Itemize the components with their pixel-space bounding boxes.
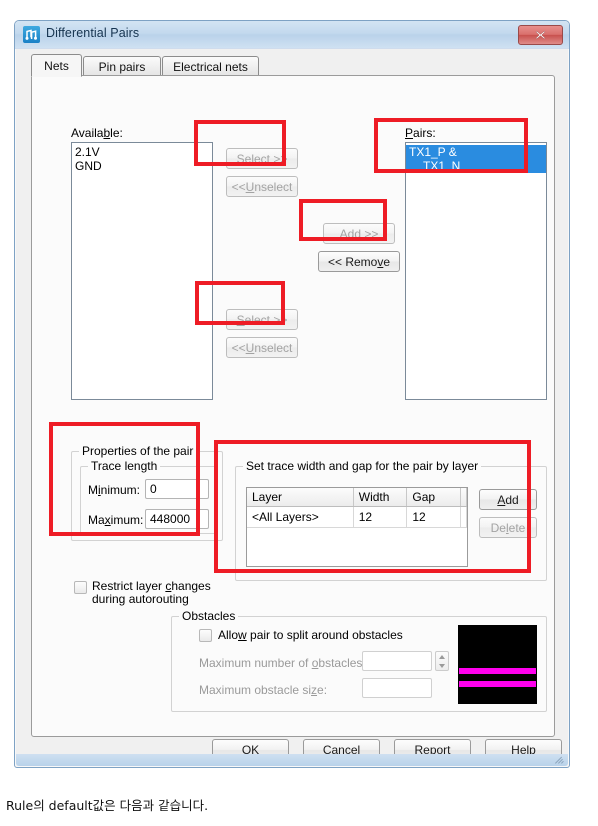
- maximum-label: Maximum:: [88, 513, 144, 527]
- tab-pin-pairs-label: Pin pairs: [98, 59, 146, 74]
- diff-pair-icon: [23, 26, 40, 43]
- properties-of-the-pair-group: Properties of the pair Trace length Mini…: [71, 444, 223, 541]
- list-item[interactable]: 2.1V: [72, 145, 212, 159]
- trace-width-table[interactable]: Layer Width Gap <All Layers> 12 12: [246, 487, 468, 567]
- title-bar[interactable]: Differential Pairs: [15, 21, 569, 49]
- spinner-down-icon[interactable]: [439, 663, 445, 668]
- available-label: Available:: [71, 126, 123, 140]
- max-number-of-obstacles-label: Maximum number of obstacles:: [199, 656, 366, 670]
- restrict-layer-changes-label-line2: during autorouting: [92, 592, 189, 606]
- cell-width: 12: [354, 507, 408, 527]
- max-obstacle-size-input[interactable]: [362, 678, 432, 698]
- trace-length-caption: Trace length: [88, 459, 161, 473]
- status-bar: [16, 754, 568, 766]
- max-number-of-obstacles-spinner[interactable]: [435, 651, 449, 671]
- pairs-listbox[interactable]: TX1_P & TX1_N: [405, 142, 547, 400]
- pairs-label: Pairs:: [405, 126, 436, 140]
- trace-width-group: Set trace width and gap for the pair by …: [235, 459, 547, 581]
- cell-pad: [461, 507, 467, 527]
- preview-trace-2: [459, 681, 536, 687]
- obstacles-caption: Obstacles: [179, 609, 239, 623]
- minimum-input[interactable]: 0: [145, 479, 209, 499]
- add-label: Add >>: [339, 226, 379, 241]
- select-bottom-button[interactable]: Select >>: [226, 309, 298, 330]
- allow-split-checkbox[interactable]: [199, 629, 212, 642]
- resize-grip[interactable]: [553, 753, 565, 765]
- cell-gap: 12: [407, 507, 461, 527]
- remove-button[interactable]: << Remove: [318, 251, 400, 272]
- list-item[interactable]: GND: [72, 159, 212, 173]
- list-item[interactable]: TX1_N: [406, 159, 546, 173]
- screenshot-root: Differential Pairs Nets Pin pairs Electr…: [0, 0, 598, 826]
- allow-split-label: Allow pair to split around obstacles: [218, 628, 403, 642]
- restrict-layer-changes-label-line1: Restrict layer changes: [92, 579, 211, 593]
- obstacles-group: Obstacles Allow pair to split around obs…: [171, 609, 547, 712]
- table-add-button[interactable]: Add: [479, 489, 537, 510]
- close-icon: [535, 30, 546, 40]
- tab-nets[interactable]: Nets: [31, 54, 82, 77]
- add-button[interactable]: Add >>: [323, 223, 395, 244]
- unselect-top-label: <<Unselect: [231, 179, 293, 194]
- window-title: Differential Pairs: [46, 26, 140, 40]
- table-header-row: Layer Width Gap: [247, 488, 467, 507]
- max-number-of-obstacles-input[interactable]: [362, 651, 432, 671]
- column-header-width: Width: [354, 488, 408, 506]
- trace-width-caption: Set trace width and gap for the pair by …: [243, 459, 482, 473]
- close-button[interactable]: [518, 25, 563, 45]
- table-add-label: Add: [497, 492, 519, 507]
- remove-label: << Remove: [327, 254, 391, 269]
- page-caption: Rule의 default값은 다음과 같습니다.: [6, 798, 209, 813]
- properties-caption: Properties of the pair: [79, 444, 197, 458]
- restrict-layer-changes-checkbox[interactable]: [74, 581, 87, 594]
- minimum-label: Minimum:: [88, 483, 141, 497]
- column-header-gap: Gap: [407, 488, 461, 506]
- available-listbox[interactable]: 2.1V GND: [71, 142, 213, 400]
- tab-electrical-nets[interactable]: Electrical nets: [162, 56, 259, 76]
- pair-preview-image: [458, 625, 537, 704]
- max-obstacle-size-label: Maximum obstacle size:: [199, 683, 328, 697]
- tab-electrical-nets-label: Electrical nets: [173, 59, 248, 74]
- tab-pin-pairs[interactable]: Pin pairs: [83, 56, 161, 76]
- column-header-layer: Layer: [247, 488, 354, 506]
- differential-pairs-dialog: Differential Pairs Nets Pin pairs Electr…: [14, 20, 570, 768]
- unselect-bottom-label: <<Unselect: [231, 340, 293, 355]
- cell-layer: <All Layers>: [247, 507, 354, 527]
- table-row[interactable]: <All Layers> 12 12: [247, 507, 467, 528]
- unselect-bottom-button[interactable]: <<Unselect: [226, 337, 298, 358]
- tab-nets-label: Nets: [44, 58, 69, 73]
- nets-tab-page: Available: 2.1V GND Pairs: TX1_P & TX1_N…: [31, 75, 555, 737]
- maximum-value: 448000: [150, 512, 191, 526]
- select-top-label: Select >>: [236, 151, 288, 166]
- spinner-up-icon[interactable]: [439, 654, 445, 659]
- minimum-value: 0: [150, 482, 157, 496]
- table-delete-button[interactable]: Delete: [479, 517, 537, 538]
- column-header-pad: [461, 488, 467, 506]
- tab-strip: Nets Pin pairs Electrical nets: [31, 54, 555, 77]
- preview-trace-1: [459, 668, 536, 674]
- select-top-button[interactable]: Select >>: [226, 148, 298, 169]
- list-item[interactable]: TX1_P &: [406, 145, 546, 159]
- trace-length-group: Trace length Minimum: 0 Maximum: 448000: [80, 459, 216, 534]
- select-bottom-label: Select >>: [236, 312, 288, 327]
- table-delete-label: Delete: [490, 520, 526, 535]
- unselect-top-button[interactable]: <<Unselect: [226, 176, 298, 197]
- maximum-input[interactable]: 448000: [145, 509, 209, 529]
